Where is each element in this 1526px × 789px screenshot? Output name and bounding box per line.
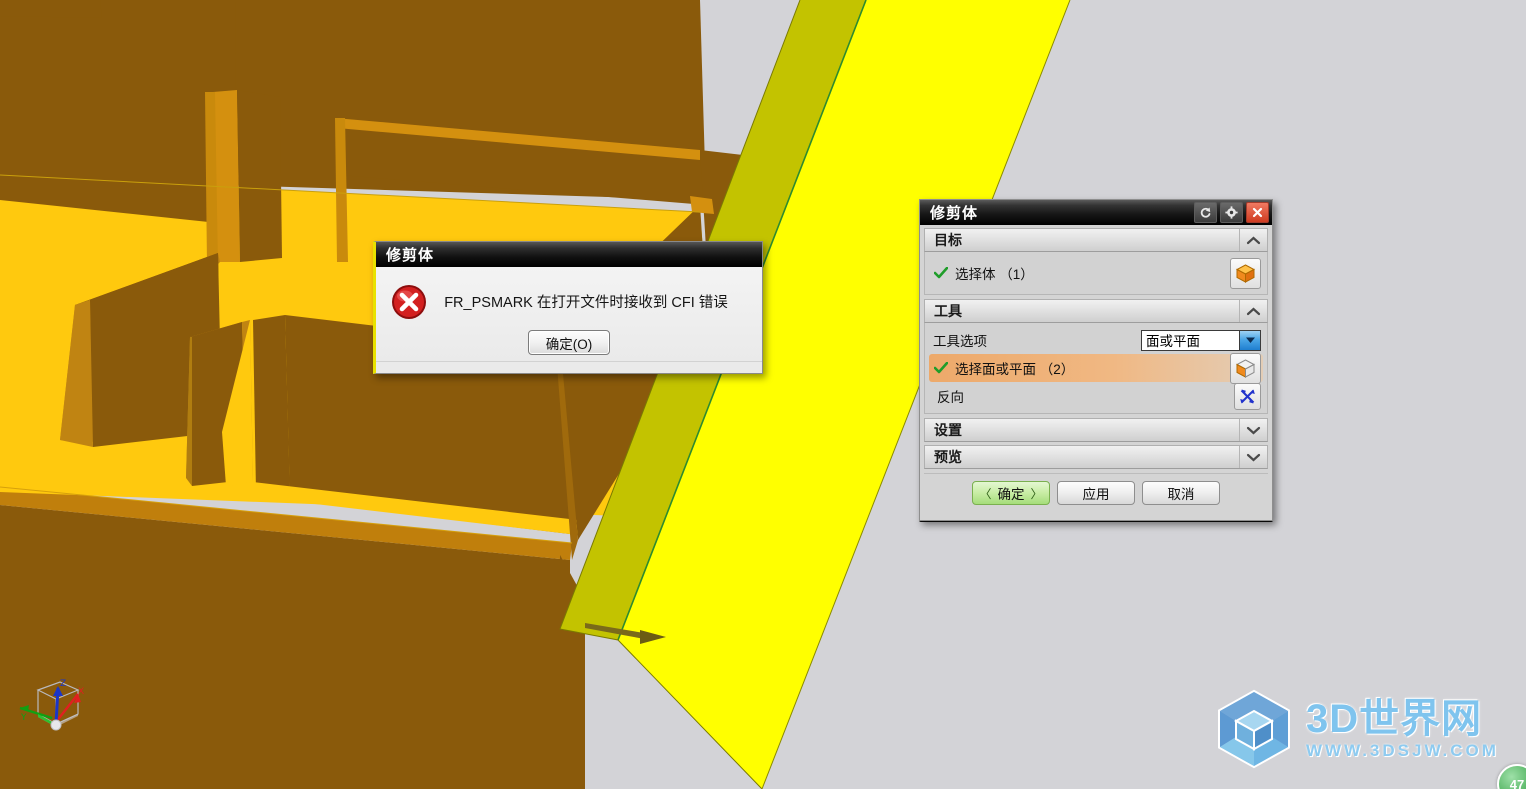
section-header-target[interactable]: 目标 <box>924 228 1268 252</box>
close-button[interactable] <box>1246 202 1269 223</box>
green-check-icon <box>933 362 949 374</box>
select-face-label: 选择面或平面 （2） <box>955 362 1075 377</box>
chevron-up-icon[interactable] <box>1239 229 1267 251</box>
section-content-target: 选择体 （1） <box>924 252 1268 295</box>
section-label-tool: 工具 <box>934 303 962 319</box>
apply-button[interactable]: 应用 <box>1057 481 1135 505</box>
application-window: Y X Z 3D世界网 WWW.3DSJW.COM 47 修剪体 目标 选择体 … <box>0 0 1526 789</box>
section-label-target: 目标 <box>934 232 962 248</box>
error-dialog-content: FR_PSMARK 在打开文件时接收到 CFI 错误 确定(O) <box>376 267 762 373</box>
section-header-preview[interactable]: 预览 <box>924 445 1268 469</box>
cancel-button-label: 取消 <box>1167 487 1195 502</box>
reverse-direction-row[interactable]: 反向 <box>929 382 1263 410</box>
close-icon <box>1252 207 1263 218</box>
green-check-icon <box>933 267 949 279</box>
reverse-direction-label: 反向 <box>937 390 964 405</box>
triad-z-label: Z <box>60 679 66 689</box>
wcs-triad: Y X Z <box>8 672 98 740</box>
ok-prefix-chevron: 〈 <box>979 486 992 501</box>
chevron-up-icon[interactable] <box>1239 300 1267 322</box>
trim-body-dialog[interactable]: 修剪体 目标 选择体 （1） 工具 工具选项 面或平面 选择面或平面 （2） 反… <box>919 199 1273 521</box>
3d-viewport[interactable] <box>0 0 1526 789</box>
panel-footer: 〈 确定 〉 应用 取消 <box>924 473 1268 512</box>
section-label-settings: 设置 <box>934 422 962 438</box>
gear-icon <box>1225 206 1238 219</box>
triad-x-label: X <box>78 687 84 697</box>
section-label-preview: 预览 <box>934 449 962 465</box>
select-body-row[interactable]: 选择体 （1） <box>929 255 1263 291</box>
face-plane-icon[interactable] <box>1230 352 1261 384</box>
ok-button-label: 确定 <box>997 487 1025 502</box>
panel-title: 修剪体 <box>930 205 979 222</box>
tool-option-row: 工具选项 面或平面 <box>929 326 1263 354</box>
error-dialog-footer <box>376 361 762 373</box>
settings-button[interactable] <box>1220 202 1243 223</box>
error-dialog-message-row: FR_PSMARK 在打开文件时接收到 CFI 错误 <box>376 267 762 330</box>
chevron-down-icon[interactable] <box>1239 446 1267 468</box>
solid-body-icon[interactable] <box>1230 257 1261 289</box>
error-circle-x-icon <box>390 283 428 321</box>
ok-button[interactable]: 〈 确定 〉 <box>972 481 1050 505</box>
section-header-tool[interactable]: 工具 <box>924 299 1268 323</box>
select-body-label: 选择体 （1） <box>955 267 1034 282</box>
error-dialog[interactable]: 修剪体 FR_PSMARK 在打开文件时接收到 CFI 错误 确定(O) <box>373 241 763 374</box>
apply-button-label: 应用 <box>1082 487 1110 502</box>
tool-option-select[interactable]: 面或平面 <box>1141 329 1261 351</box>
error-ok-button[interactable]: 确定(O) <box>528 330 610 355</box>
chevron-down-icon[interactable] <box>1239 330 1260 350</box>
section-content-tool: 工具选项 面或平面 选择面或平面 （2） 反向 <box>924 323 1268 414</box>
section-header-settings[interactable]: 设置 <box>924 418 1268 442</box>
chevron-down-icon[interactable] <box>1239 419 1267 441</box>
reset-button[interactable] <box>1194 202 1217 223</box>
tool-option-label: 工具选项 <box>933 334 987 349</box>
reverse-direction-icon[interactable] <box>1234 382 1261 410</box>
tool-option-value: 面或平面 <box>1146 334 1200 349</box>
reset-icon <box>1200 207 1211 218</box>
error-dialog-message: FR_PSMARK 在打开文件时接收到 CFI 错误 <box>444 295 728 311</box>
panel-titlebar[interactable]: 修剪体 <box>920 200 1272 225</box>
error-dialog-button-row: 确定(O) <box>376 330 762 361</box>
error-ok-label: 确定(O) <box>545 336 593 352</box>
error-dialog-titlebar[interactable]: 修剪体 <box>376 242 762 267</box>
triad-y-label: Y <box>20 713 27 723</box>
cancel-button[interactable]: 取消 <box>1142 481 1220 505</box>
error-dialog-title: 修剪体 <box>386 247 435 264</box>
ok-suffix-chevron: 〉 <box>1030 486 1043 501</box>
panel-body: 目标 选择体 （1） 工具 工具选项 面或平面 选择面或平面 （2） 反向 设置… <box>920 225 1272 520</box>
select-face-row[interactable]: 选择面或平面 （2） <box>929 352 1263 384</box>
